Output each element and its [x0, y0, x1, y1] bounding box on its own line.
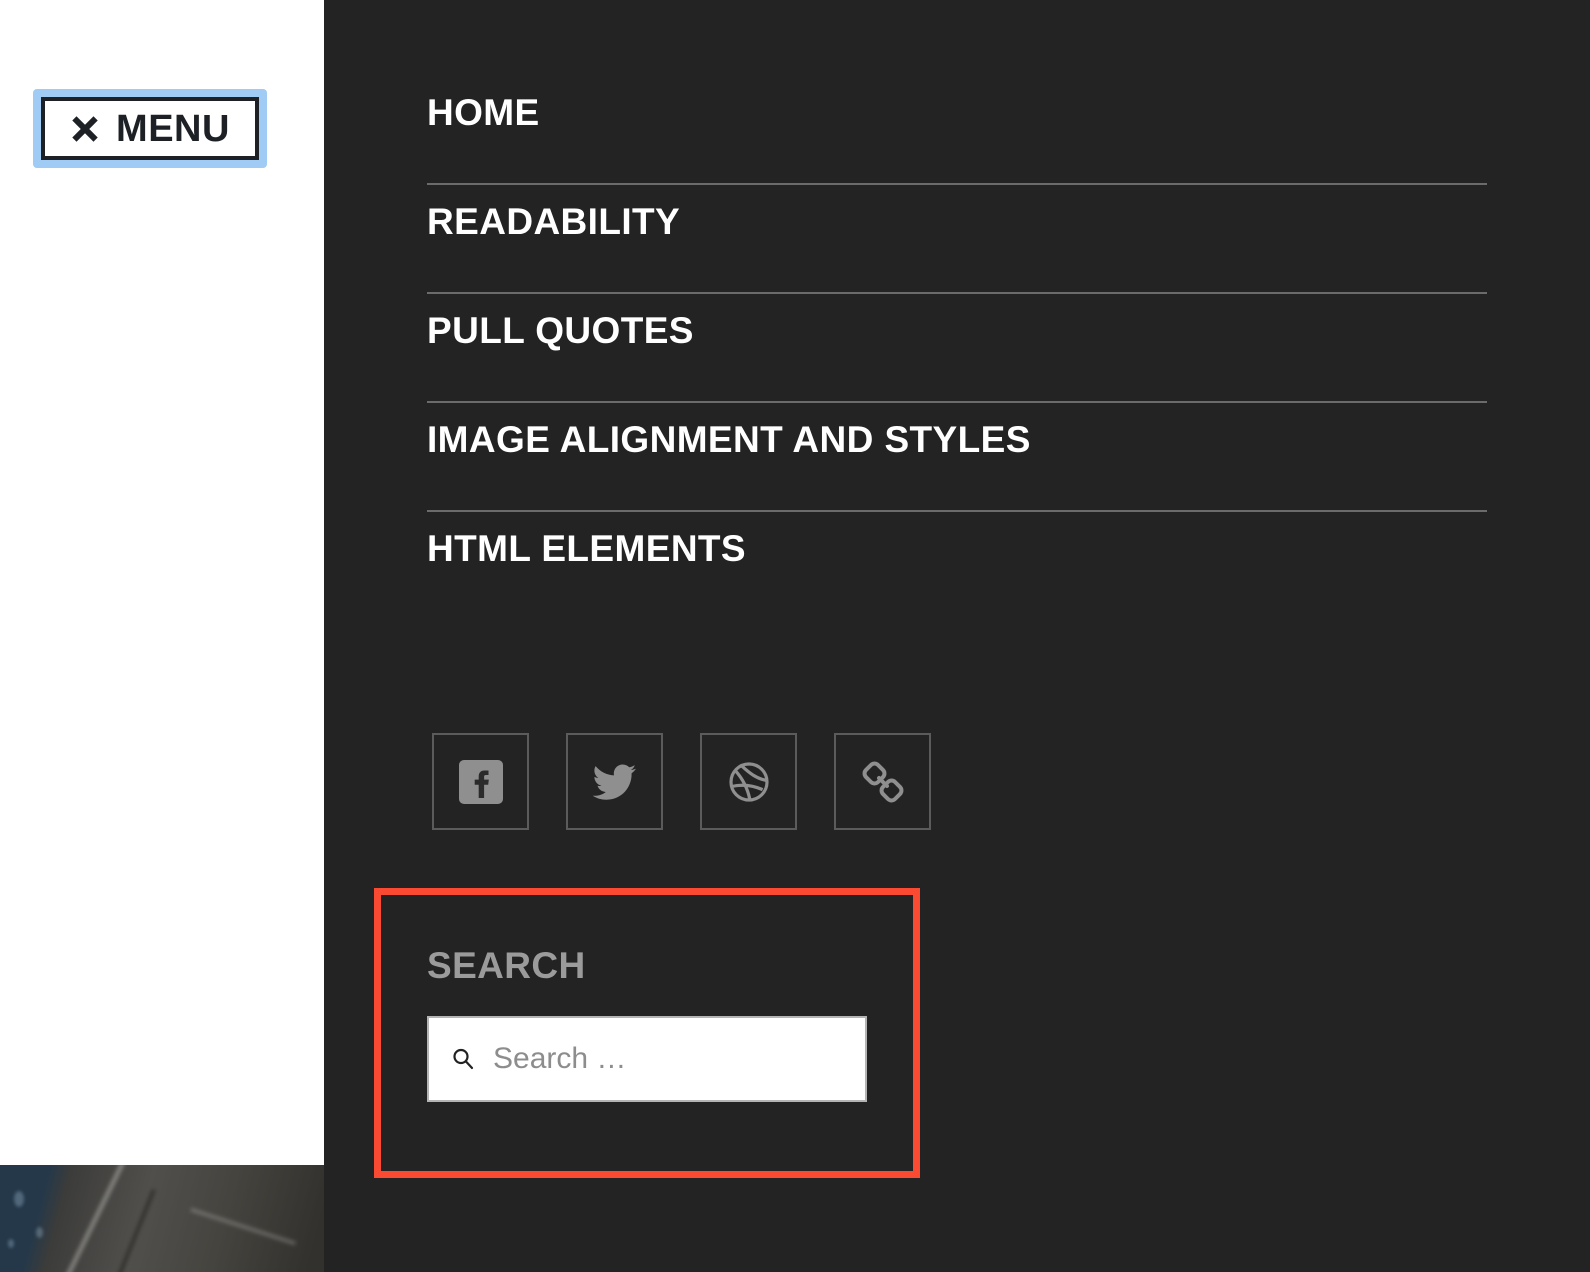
- nav-item-label: PULL QUOTES: [427, 310, 694, 351]
- photo-speck: [8, 1239, 14, 1248]
- nav-item-pull-quotes[interactable]: PULL QUOTES: [427, 294, 1487, 403]
- photo-streak-dark: [103, 1189, 156, 1272]
- photo-streak-light-2: [190, 1208, 296, 1245]
- menu-toggle-label: MENU: [116, 107, 230, 150]
- nav-item-image-alignment-and-styles[interactable]: IMAGE ALIGNMENT AND STYLES: [427, 403, 1487, 512]
- photo-streak-light: [55, 1165, 125, 1272]
- social-links: [432, 733, 931, 830]
- dribbble-icon: [728, 761, 769, 802]
- link-icon: [862, 761, 903, 802]
- search-input[interactable]: [493, 1018, 879, 1100]
- primary-navigation: HOME READABILITY PULL QUOTES IMAGE ALIGN…: [427, 76, 1487, 621]
- facebook-icon: [458, 759, 503, 804]
- social-link-dribbble[interactable]: [700, 733, 797, 830]
- search-field[interactable]: [427, 1016, 879, 1102]
- close-x-icon: [70, 114, 100, 144]
- nav-item-label: READABILITY: [427, 201, 681, 242]
- photo-speck: [36, 1227, 43, 1238]
- hero-photo: [0, 1165, 324, 1272]
- search-widget: SEARCH: [427, 945, 879, 1102]
- nav-item-home[interactable]: HOME: [427, 76, 1487, 185]
- search-heading: SEARCH: [427, 945, 586, 986]
- nav-item-label: HOME: [427, 92, 540, 133]
- twitter-icon: [592, 764, 636, 800]
- nav-item-html-elements[interactable]: HTML ELEMENTS: [427, 512, 1487, 621]
- search-icon: [453, 1048, 474, 1070]
- nav-item-label: IMAGE ALIGNMENT AND STYLES: [427, 419, 1031, 460]
- offcanvas-nav-panel: HOME READABILITY PULL QUOTES IMAGE ALIGN…: [324, 0, 1590, 1272]
- nav-item-label: HTML ELEMENTS: [427, 528, 747, 569]
- menu-toggle-button[interactable]: MENU: [41, 97, 259, 160]
- menu-toggle-focus-ring: MENU: [33, 89, 267, 168]
- social-link-link[interactable]: [834, 733, 931, 830]
- page-left-column: MENU: [0, 0, 324, 1272]
- nav-item-readability[interactable]: READABILITY: [427, 185, 1487, 294]
- social-link-facebook[interactable]: [432, 733, 529, 830]
- photo-speck: [14, 1191, 24, 1207]
- social-link-twitter[interactable]: [566, 733, 663, 830]
